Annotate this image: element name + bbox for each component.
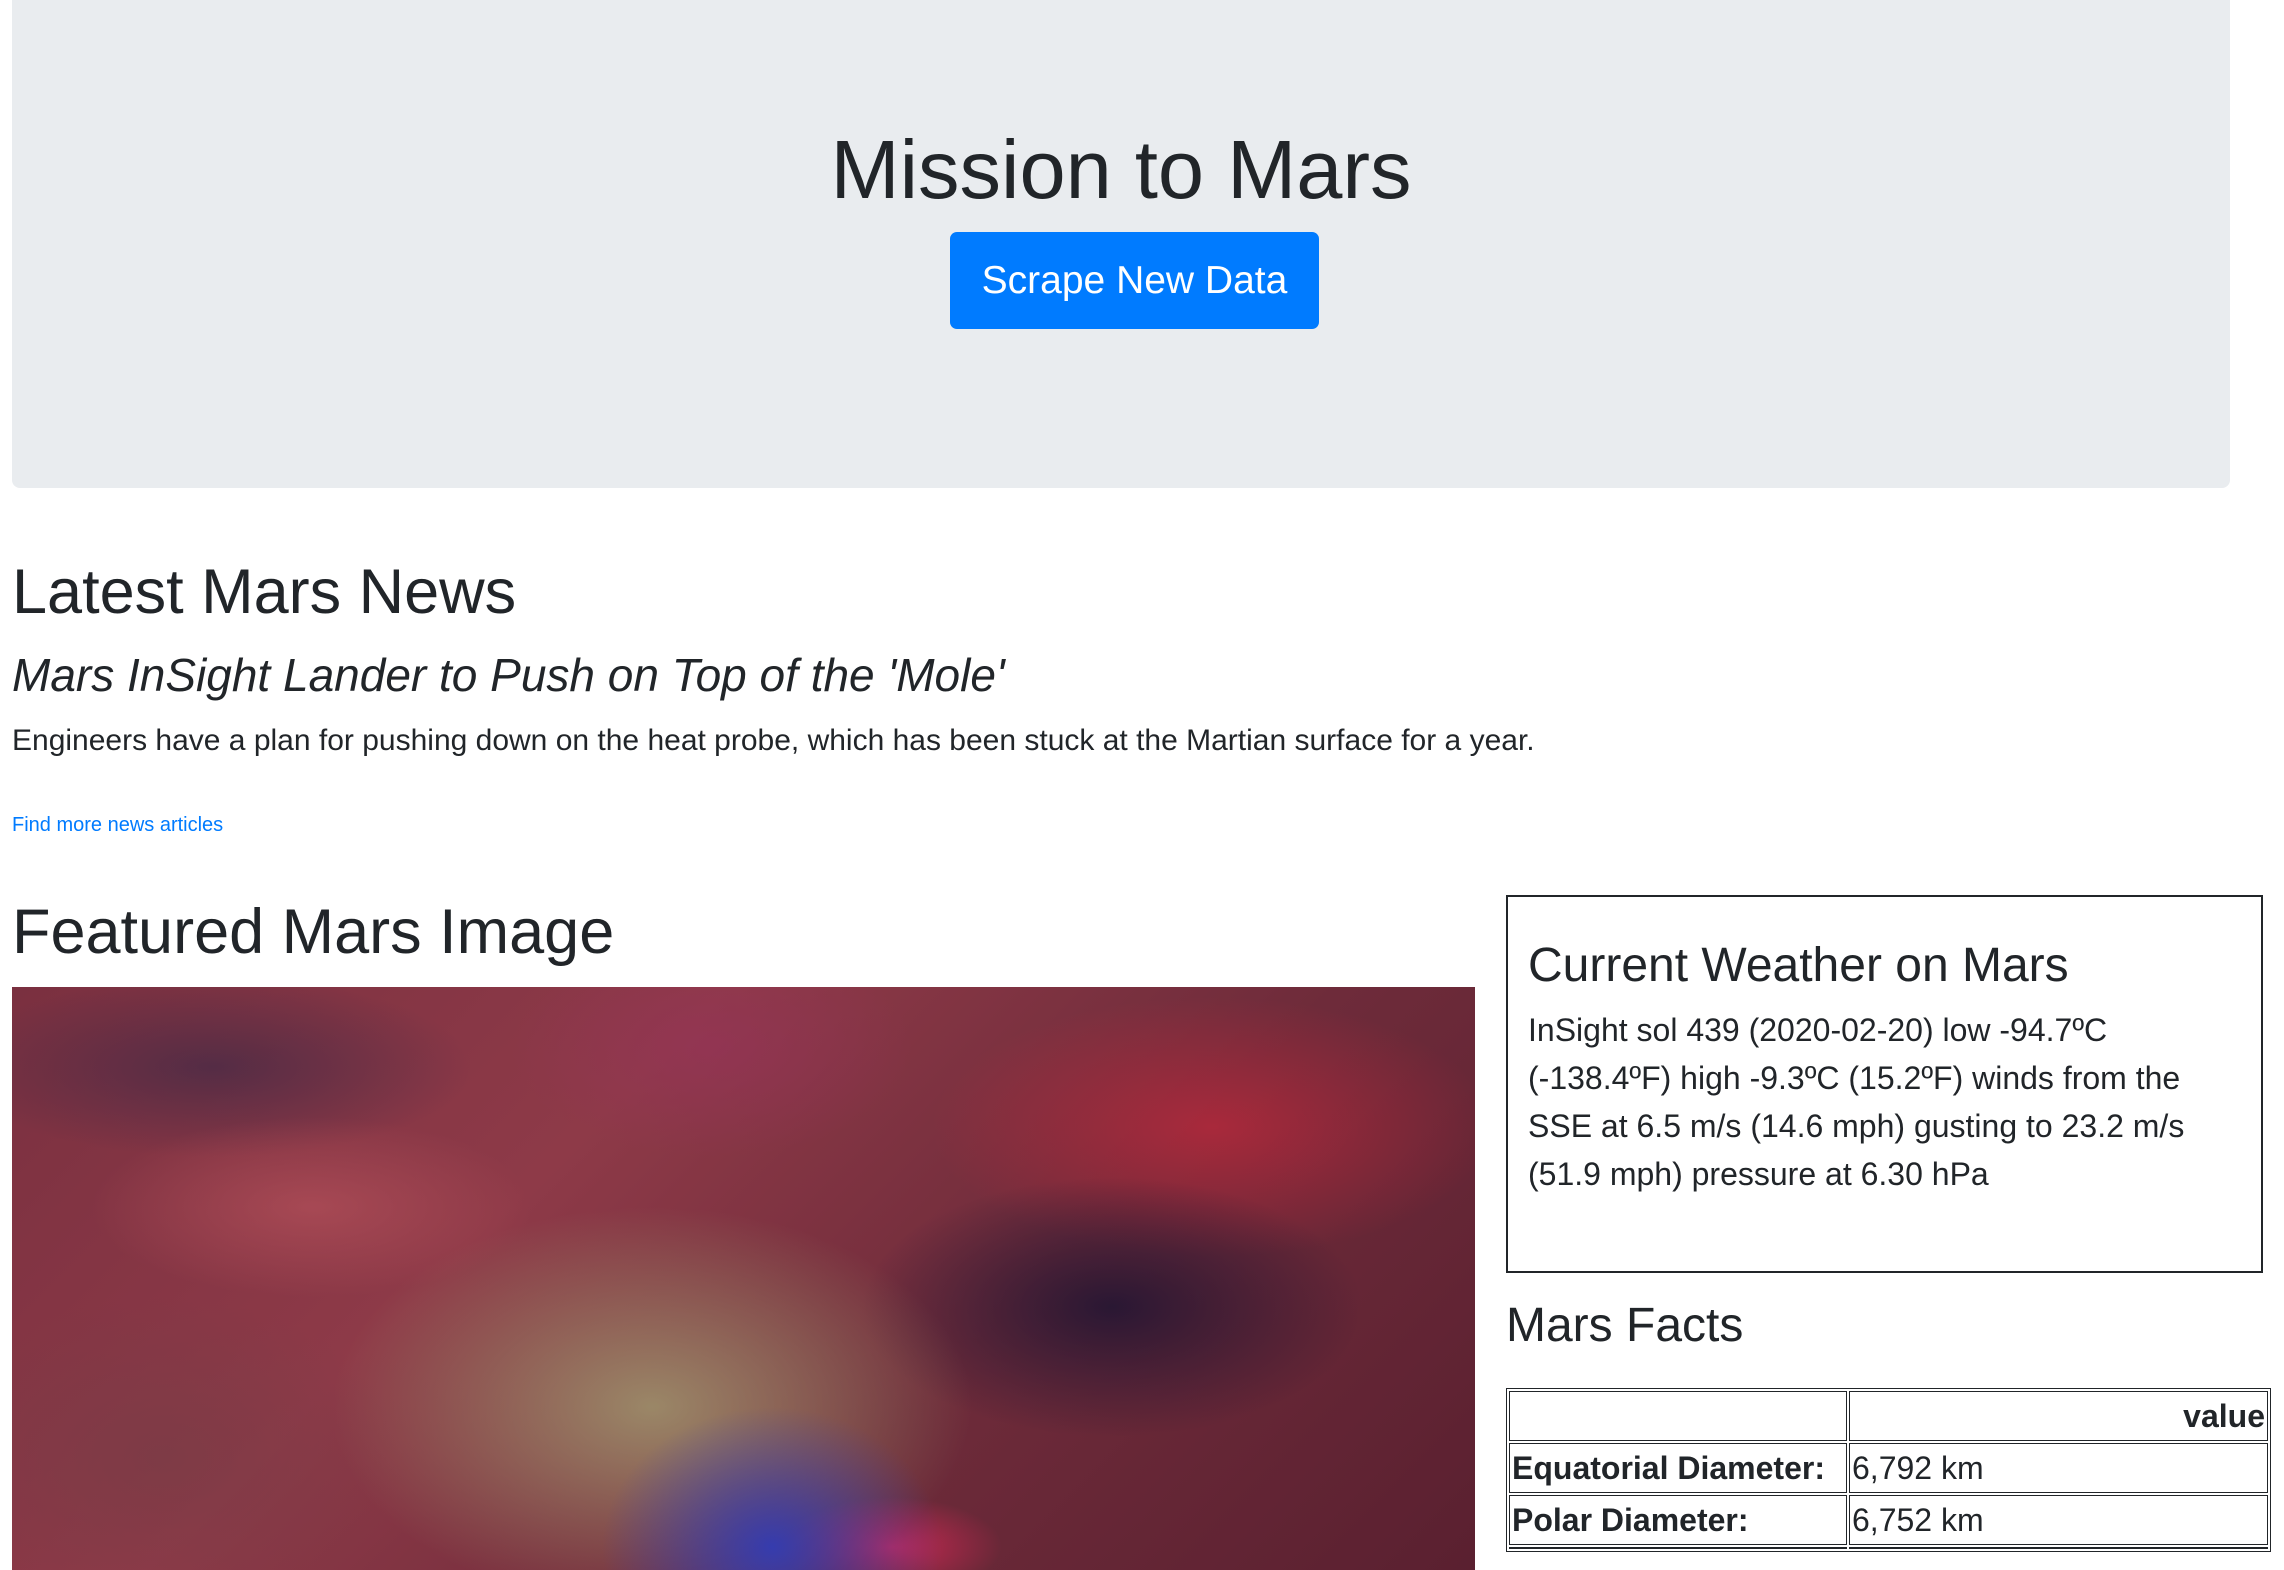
page-title: Mission to Mars [830, 123, 1412, 216]
header-jumbotron: Mission to Mars Scrape New Data [12, 0, 2230, 488]
fact-value: 6,752 km [1849, 1495, 2268, 1545]
fact-value [1849, 1547, 2268, 1549]
weather-card: Current Weather on Mars InSight sol 439 … [1506, 895, 2263, 1273]
find-more-news-link[interactable]: Find more news articles [12, 812, 223, 838]
table-row: Polar Diameter: 6,752 km [1509, 1495, 2268, 1545]
weather-text: InSight sol 439 (2020-02-20) low -94.7ºC… [1528, 1012, 2185, 1192]
fact-label: Equatorial Diameter: [1509, 1443, 1847, 1493]
fact-label [1509, 1547, 1847, 1549]
news-headline: Mars InSight Lander to Push on Top of th… [12, 649, 1005, 701]
scrape-new-data-button[interactable]: Scrape New Data [950, 232, 1319, 329]
news-section-title: Latest Mars News [12, 557, 517, 627]
facts-title: Mars Facts [1506, 1299, 1744, 1352]
facts-table: value Equatorial Diameter: 6,792 km Pola… [1506, 1388, 2271, 1552]
facts-header-blank [1509, 1391, 1847, 1441]
facts-header-value: value [1849, 1391, 2268, 1441]
table-row: Equatorial Diameter: 6,792 km [1509, 1443, 2268, 1493]
facts-header-row: value [1509, 1391, 2268, 1441]
featured-image-title: Featured Mars Image [12, 897, 615, 967]
featured-mars-image [12, 987, 1475, 1570]
fact-label: Polar Diameter: [1509, 1495, 1847, 1545]
table-row [1509, 1547, 2268, 1549]
fact-value: 6,792 km [1849, 1443, 2268, 1493]
weather-title: Current Weather on Mars [1528, 939, 2069, 992]
news-teaser: Engineers have a plan for pushing down o… [12, 724, 1535, 757]
